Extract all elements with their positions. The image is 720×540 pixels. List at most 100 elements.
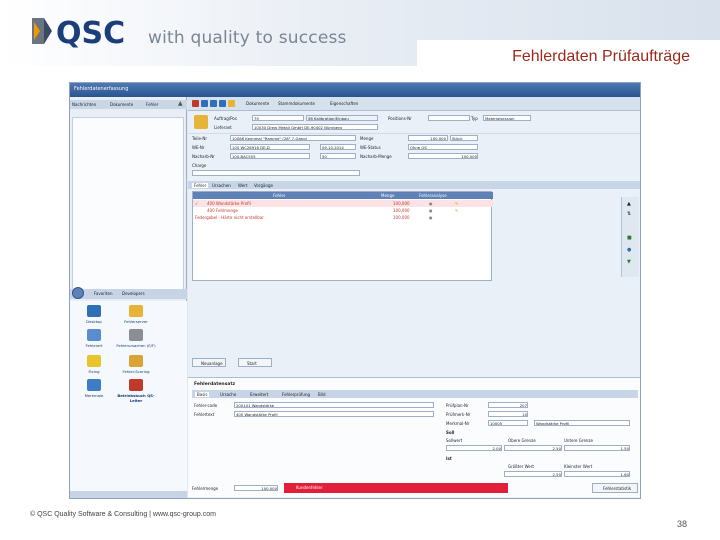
globe-icon[interactable]: ● bbox=[627, 247, 631, 253]
untere-label: Untere Grenze bbox=[564, 438, 593, 443]
tab-developers[interactable]: Developers bbox=[122, 291, 145, 296]
teil-label: Teile-Nr bbox=[192, 136, 207, 141]
tab-basis[interactable]: Basis bbox=[195, 392, 210, 397]
tab-wert[interactable]: Wert bbox=[238, 183, 247, 188]
tab-fehlerpruefung[interactable]: Fehlerprüfung bbox=[282, 392, 310, 397]
up-icon[interactable]: ▲ bbox=[627, 201, 631, 207]
refresh-icon[interactable] bbox=[201, 100, 208, 107]
status-dot-icon: ● bbox=[429, 201, 433, 206]
toolbar-stammdokumente[interactable]: Stammdokumente bbox=[278, 101, 315, 106]
fehler-grid: Fehler Menge Fehleranalyse ✓ 400 Wandstä… bbox=[192, 191, 493, 281]
table-row[interactable]: ✓ 400 Wandstärke Profil 100,000 ● ✎ bbox=[193, 200, 493, 207]
launcher-fehlerserver[interactable]: Fehlerserver bbox=[116, 305, 156, 324]
qsc-logo: QSC bbox=[32, 16, 125, 48]
forward-icon[interactable] bbox=[219, 100, 226, 107]
tab-fehler[interactable]: Fehler bbox=[146, 102, 158, 107]
wes-date[interactable]: 09.10.2014 bbox=[320, 144, 356, 150]
tab-dokumente[interactable]: Dokumente bbox=[110, 102, 133, 107]
error-type-icon bbox=[87, 329, 101, 341]
back-icon[interactable] bbox=[210, 100, 217, 107]
launcher-scoring[interactable]: Fehler-Scoring bbox=[116, 355, 156, 374]
wes-label: WE-Nr bbox=[192, 145, 205, 150]
nacharb-num[interactable]: 50 bbox=[320, 153, 356, 159]
positions-field[interactable] bbox=[428, 115, 470, 121]
neuanlage-button[interactable]: Neuanlage bbox=[192, 358, 226, 367]
scoring-icon bbox=[129, 355, 143, 367]
pruefmerk-field[interactable]: 10 bbox=[488, 411, 528, 417]
auftrag-desc[interactable]: 58 Kalibration/Einbau bbox=[306, 115, 378, 121]
lieferant-label: Lieferant bbox=[214, 125, 232, 130]
tab-ursachen[interactable]: Ursachen bbox=[212, 183, 231, 188]
start-button[interactable]: Start bbox=[238, 358, 272, 367]
toolbar-dokumente[interactable]: Dokumente bbox=[246, 101, 269, 106]
charge-field[interactable] bbox=[192, 170, 360, 176]
orb-button[interactable] bbox=[72, 287, 84, 299]
fehlerdatensatz-panel: Fehlerdatensatz Basis Ursache Erweitert … bbox=[188, 377, 640, 497]
left-tabs: Nachrichten Dokumente Fehler ▲ bbox=[70, 100, 187, 109]
obere-field[interactable]: 2,50 bbox=[504, 445, 562, 451]
page-number: 38 bbox=[677, 519, 688, 529]
teil-field[interactable]: 10086 Kennmal "Ramme" (28" 7-Gang) bbox=[230, 135, 356, 141]
left-bottom-bar bbox=[70, 491, 187, 498]
fehlercode-field[interactable]: 200101 Wandstärke bbox=[234, 402, 434, 408]
table-row[interactable]: Federgabel - Härte nicht erstellbar 100,… bbox=[193, 214, 493, 221]
nacharb-field[interactable]: 100-BAC555 bbox=[230, 153, 310, 159]
save-icon[interactable] bbox=[228, 100, 235, 107]
launcher-fixing[interactable]: Fixing bbox=[74, 355, 114, 374]
wes-field[interactable]: 100 WC26916 DE-D bbox=[230, 144, 310, 150]
typ-select[interactable]: Materialsession bbox=[483, 115, 531, 121]
toolbar-eigenschaften[interactable]: Eigenschaften bbox=[330, 101, 358, 106]
main-panel: Dokumente Stammdokumente Eigenschaften A… bbox=[188, 97, 640, 498]
launcher-fehlerart[interactable]: Fehlerart bbox=[74, 329, 114, 348]
tab-vorgaenge[interactable]: Vorgänge bbox=[254, 183, 273, 188]
sort-icon[interactable]: ⇅ bbox=[627, 211, 631, 217]
col-menge[interactable]: Menge bbox=[381, 193, 394, 198]
merkmal-desc[interactable]: Wandstärke Profil bbox=[534, 420, 630, 426]
groesster-field[interactable]: 2,50 bbox=[504, 471, 562, 477]
close-icon[interactable] bbox=[192, 100, 199, 107]
tab-bild[interactable]: Bild bbox=[318, 392, 326, 397]
lieferant-field[interactable]: 10030 Drew Metall GmbH DE-90402 Nürnberg bbox=[252, 124, 378, 130]
wrench-icon[interactable]: ✎ bbox=[455, 208, 458, 213]
up-arrow-icon[interactable]: ▲ bbox=[178, 100, 183, 107]
launcher-betriebsbuch[interactable]: Betriebsbuch QS-Leiter bbox=[116, 379, 156, 403]
tagline: with quality to success bbox=[148, 28, 347, 48]
tab-erweitert[interactable]: Erweitert bbox=[250, 392, 268, 397]
auftrag-field[interactable]: 79 bbox=[252, 115, 304, 121]
copy-icon[interactable]: ■ bbox=[627, 235, 632, 241]
tab-favoriten[interactable]: Favoriten bbox=[94, 291, 113, 296]
table-row[interactable]: 400 Fehlmenge 100,000 ● ✎ bbox=[193, 207, 493, 214]
left-panel: Nachrichten Dokumente Fehler ▲ Favoriten… bbox=[70, 97, 187, 498]
launcher-desktop[interactable]: Desktop bbox=[74, 305, 114, 324]
launcher-merkmale[interactable]: Merkmale bbox=[74, 379, 114, 398]
fehlermenge-field[interactable]: 100,000 bbox=[234, 485, 278, 491]
launcher-fehlerursachen[interactable]: Fehlerursachen (E/F) bbox=[116, 329, 156, 348]
wrench-icon[interactable]: ✎ bbox=[455, 201, 458, 206]
col-fehleranalyse[interactable]: Fehleranalyse bbox=[419, 193, 447, 198]
sollwert-field[interactable]: 2,00 bbox=[446, 445, 502, 451]
pruefplan-label: Prüfplan-Nr bbox=[446, 403, 469, 408]
pruefplan-field[interactable]: 207 bbox=[488, 402, 528, 408]
left-content-area bbox=[72, 117, 184, 297]
wrench-icon bbox=[87, 355, 101, 367]
logo-text: QSC bbox=[56, 16, 125, 48]
features-icon bbox=[87, 379, 101, 391]
right-side-toolbar: ▲ ⇅ ■ ● ▼ bbox=[621, 197, 639, 277]
pruefmerk-label: Prüfmerk-Nr bbox=[446, 412, 471, 417]
fehlercode-label: Fehler-code bbox=[194, 403, 218, 408]
kleinster-field[interactable]: 1,60 bbox=[564, 471, 630, 477]
tab-fehler-mid[interactable]: Fehler bbox=[192, 183, 209, 188]
wes-status-field[interactable]: Ohne QS bbox=[408, 144, 478, 150]
nacharb-menge-field[interactable]: 100,000 bbox=[408, 153, 478, 159]
folder-icon bbox=[129, 305, 143, 317]
menge-field[interactable]: 100,000 bbox=[408, 135, 448, 141]
fehlertext-field[interactable]: 400 Wandstärke Profil bbox=[234, 411, 434, 417]
col-fehler[interactable]: Fehler bbox=[273, 193, 285, 198]
merkmal-field[interactable]: 10005 bbox=[488, 420, 528, 426]
tab-nachrichten[interactable]: Nachrichten bbox=[72, 102, 96, 107]
untere-field[interactable]: 1,50 bbox=[564, 445, 630, 451]
link-icon[interactable]: ▼ bbox=[627, 259, 631, 265]
tab-ursache[interactable]: Ursache bbox=[220, 392, 236, 397]
fehlerstatistik-button[interactable]: Fehlerstatistik bbox=[592, 483, 638, 493]
menge-unit[interactable]: Stück bbox=[450, 135, 478, 141]
